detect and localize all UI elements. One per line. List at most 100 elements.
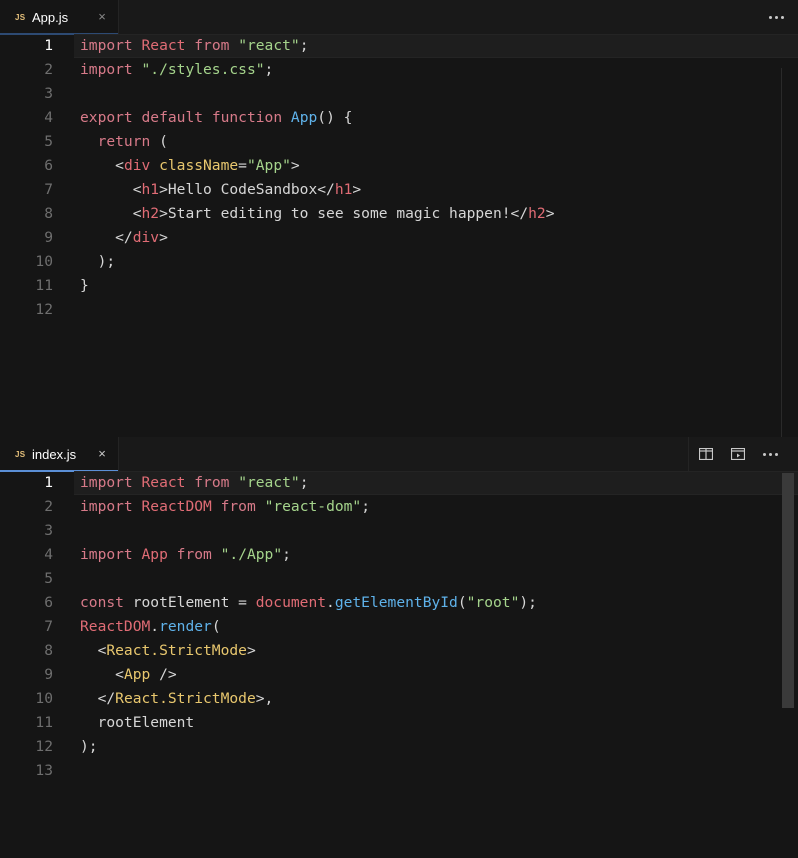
tab-label: App.js <box>32 9 69 25</box>
line-number: 6 <box>44 594 53 611</box>
code-text: <React.StrictMode> <box>80 639 256 663</box>
code-line[interactable]: 12 <box>0 298 798 322</box>
js-file-icon: JS <box>15 12 26 22</box>
editor-actions <box>760 0 792 34</box>
code-token: function <box>211 109 283 126</box>
code-line[interactable]: 4 export default function App() { <box>0 106 798 130</box>
code-token: > <box>246 642 256 659</box>
code-token: > <box>545 205 555 222</box>
code-token: ; <box>361 498 371 515</box>
line-number: 2 <box>44 498 53 515</box>
code-token: </ <box>80 690 116 707</box>
code-token: import <box>80 546 133 563</box>
split-editor-icon[interactable] <box>690 437 722 471</box>
code-text: <h1>Hello CodeSandbox</h1> <box>80 178 362 202</box>
code-token: App <box>290 109 318 126</box>
code-token: const <box>80 594 124 611</box>
line-number: 1 <box>44 474 53 491</box>
code-token: ( <box>457 594 467 611</box>
code-line[interactable]: 5 return ( <box>0 130 798 154</box>
code-line[interactable]: 3 <box>0 82 798 106</box>
code-line[interactable]: 1 import React from "react"; <box>0 34 798 58</box>
code-text: export default function App() { <box>80 106 352 130</box>
code-line[interactable]: 6 <div className="App"> <box>0 154 798 178</box>
code-token: h1 <box>334 181 353 198</box>
code-line[interactable]: 5 <box>0 567 798 591</box>
code-editor[interactable]: 1 import React from "react"; 2 import React… <box>0 471 798 783</box>
code-line[interactable]: 9 <App /> <box>0 663 798 687</box>
editor-pane-index-js: JS index.js × 1 import React from "react"… <box>0 437 798 858</box>
code-token: h2 <box>528 205 546 222</box>
code-token: App <box>141 546 168 563</box>
divider <box>688 437 689 471</box>
code-token: ; <box>299 474 309 491</box>
code-line[interactable]: 3 <box>0 519 798 543</box>
line-number: 7 <box>44 618 53 635</box>
close-icon[interactable]: × <box>94 8 110 24</box>
line-number: 11 <box>35 277 53 294</box>
code-token: >Hello CodeSandbox</ <box>159 181 335 198</box>
vertical-scrollbar[interactable] <box>782 473 794 708</box>
code-token: ); <box>80 738 98 755</box>
code-line[interactable]: 11 rootElement <box>0 711 798 735</box>
more-actions-icon[interactable] <box>760 0 792 34</box>
code-line[interactable]: 7 <h1>Hello CodeSandbox</h1> <box>0 178 798 202</box>
line-number: 9 <box>44 229 53 246</box>
code-token: ( <box>211 618 221 635</box>
code-line[interactable]: 10 </React.StrictMode>, <box>0 687 798 711</box>
code-line[interactable]: 10 ); <box>0 250 798 274</box>
tab-label: index.js <box>32 446 77 462</box>
line-number: 5 <box>44 133 53 150</box>
code-text: <h2>Start editing to see some magic happ… <box>80 202 555 226</box>
code-line[interactable]: 4 import App from "./App"; <box>0 543 798 567</box>
code-token: "react-dom" <box>264 498 362 515</box>
line-number: 4 <box>44 109 53 126</box>
code-editor[interactable]: 1 import React from "react"; 2 import "./st… <box>0 34 798 322</box>
code-token: < <box>80 205 142 222</box>
code-line[interactable]: 1 import React from "react"; <box>0 471 798 495</box>
editor-pane-app-js: JS App.js × 1 import React from "react"; 2… <box>0 0 798 437</box>
tab-app-js[interactable]: JS App.js × <box>0 0 119 35</box>
line-number: 11 <box>35 714 53 731</box>
code-line[interactable]: 13 <box>0 759 798 783</box>
js-file-icon: JS <box>15 449 26 459</box>
code-line[interactable]: 2 import ReactDOM from "react-dom"; <box>0 495 798 519</box>
code-token: import <box>80 474 133 491</box>
code-line[interactable]: 11} <box>0 274 798 298</box>
more-actions-icon[interactable] <box>754 437 786 471</box>
line-number: 1 <box>44 37 53 54</box>
editor-actions <box>688 437 792 471</box>
line-number: 13 <box>35 762 53 779</box>
code-token: import <box>80 37 133 54</box>
line-number: 5 <box>44 570 53 587</box>
code-line[interactable]: 9 </div> <box>0 226 798 250</box>
code-token: > <box>159 229 168 246</box>
code-text: import App from "./App"; <box>80 543 291 567</box>
code-line[interactable]: 7 ReactDOM.render( <box>0 615 798 639</box>
code-token: from <box>176 546 212 563</box>
code-token: render <box>159 618 212 635</box>
line-number: 4 <box>44 546 53 563</box>
code-text: } <box>80 274 89 298</box>
tab-index-js[interactable]: JS index.js × <box>0 437 119 472</box>
code-line[interactable]: 2 import "./styles.css"; <box>0 58 798 82</box>
code-text: import React from "react"; <box>80 34 309 58</box>
code-token: "./App" <box>220 546 283 563</box>
code-line[interactable]: 12); <box>0 735 798 759</box>
open-preview-icon[interactable] <box>722 437 754 471</box>
editor-ruler <box>781 68 782 437</box>
code-token: "react" <box>238 37 300 54</box>
code-line[interactable]: 8 <React.StrictMode> <box>0 639 798 663</box>
code-token: ReactDOM <box>80 618 151 635</box>
tab-bar: JS index.js × <box>0 437 798 472</box>
close-icon[interactable]: × <box>94 445 110 461</box>
code-line[interactable]: 8 <h2>Start editing to see some magic ha… <box>0 202 798 226</box>
code-token: h1 <box>141 181 160 198</box>
code-line[interactable]: 6 const rootElement = document.getElement… <box>0 591 798 615</box>
code-token: import <box>80 61 133 78</box>
code-token: default <box>141 109 204 126</box>
code-token: rootElement <box>80 714 195 731</box>
